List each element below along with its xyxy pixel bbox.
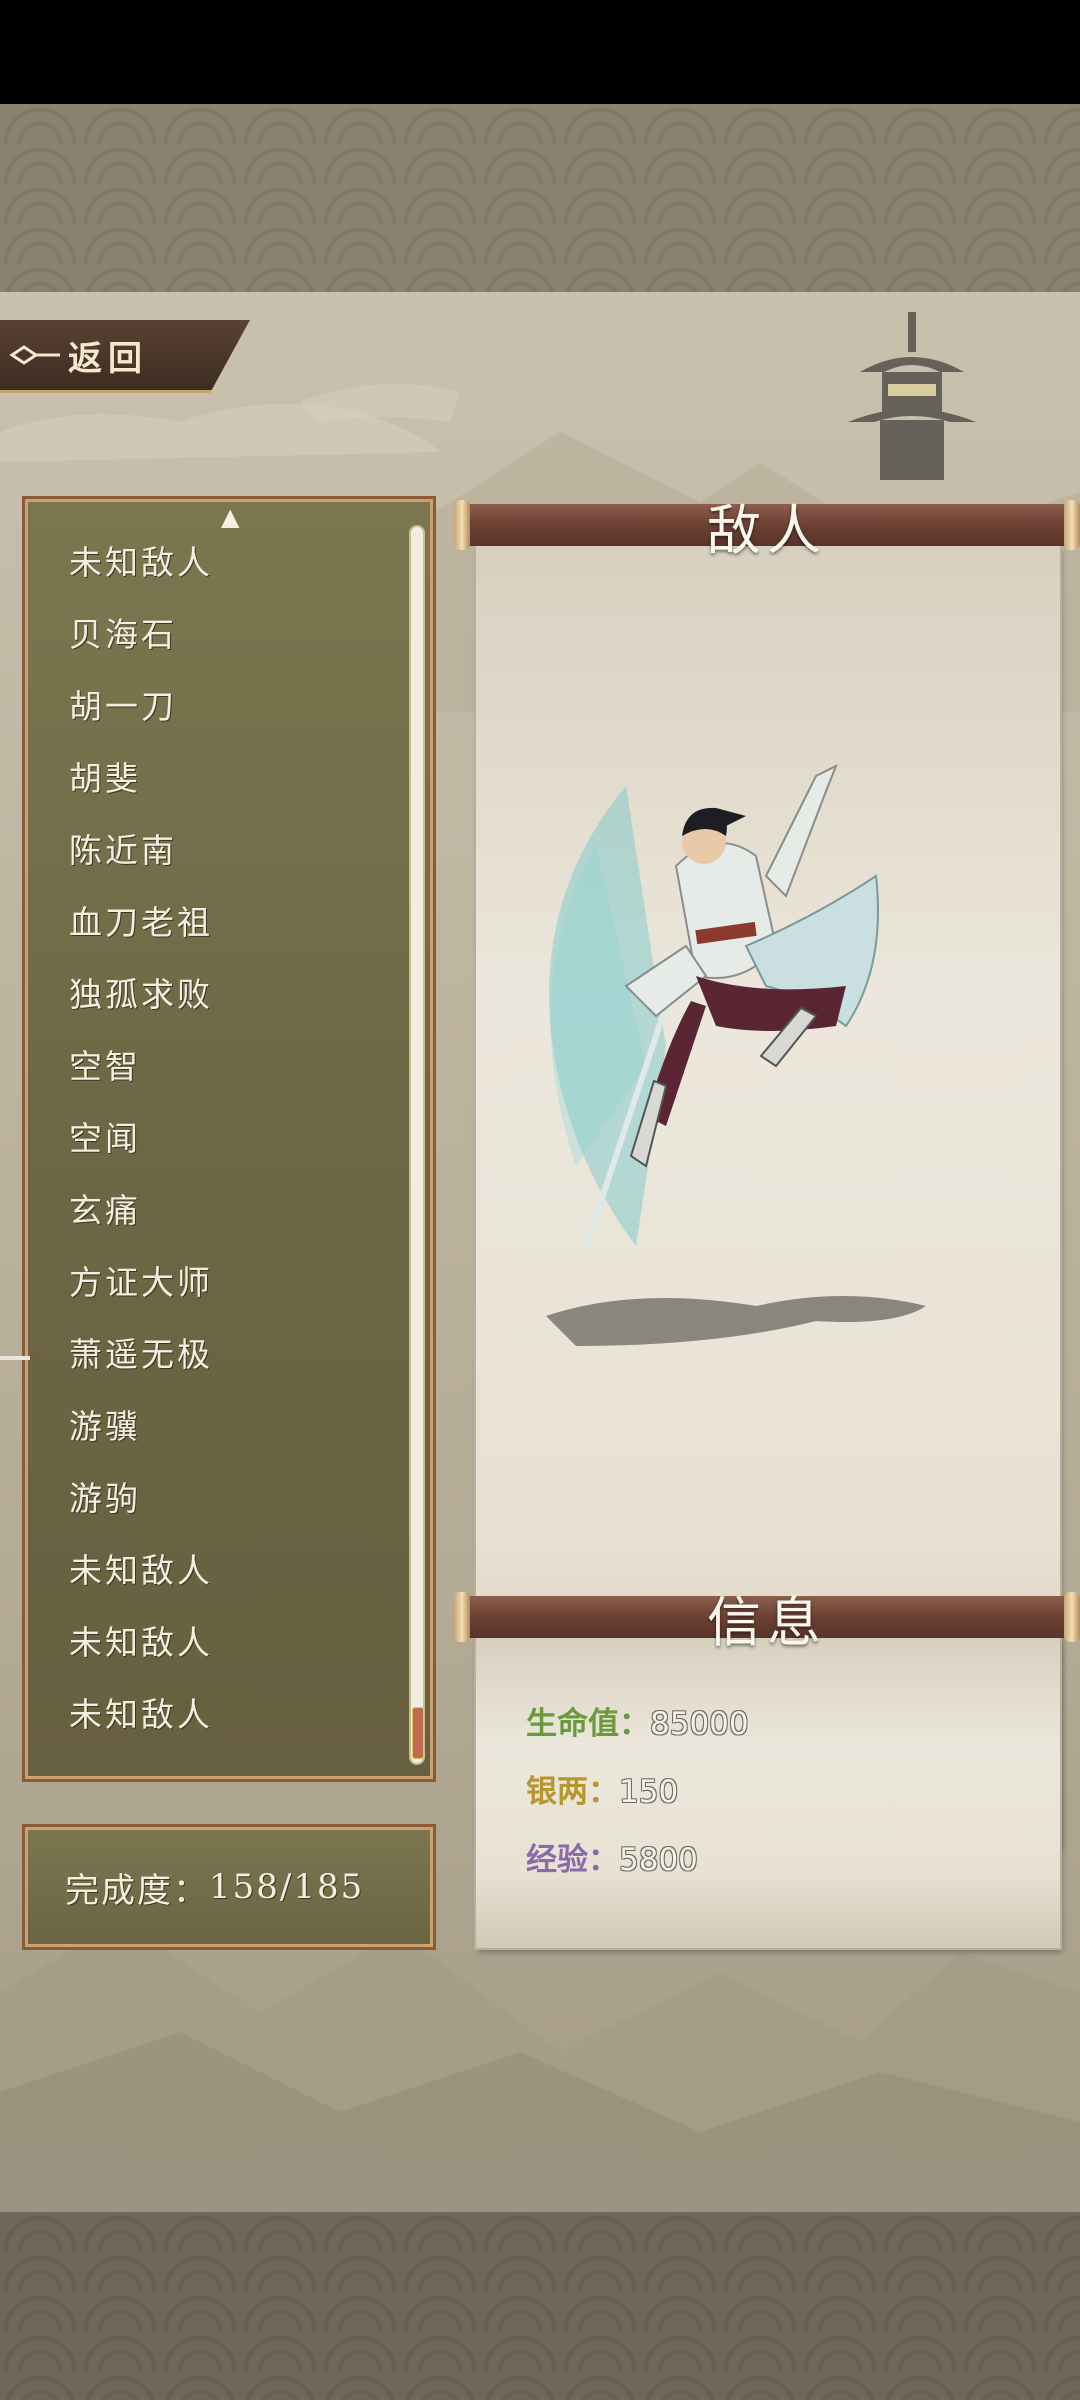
enemy-list-item[interactable]: 未知敌人 (69, 1679, 213, 1751)
enemy-list-item-selected[interactable]: 萧遥无极 (69, 1319, 213, 1391)
completion-panel: 完成度： 158/185 (22, 1824, 436, 1950)
status-bar (0, 0, 1080, 104)
hp-value: 85000 (650, 1706, 749, 1742)
back-button-label: 返回 (68, 338, 148, 379)
enemy-panel-title: 敌人 (707, 499, 827, 562)
hp-label: 生命值： (526, 1706, 650, 1742)
enemy-list-item[interactable]: 空智 (69, 1031, 213, 1103)
completion-value: 158/185 (209, 1867, 365, 1907)
game-scene: 返回 ▲ 未知敌人 贝海石 胡一刀 胡斐 陈近南 血刀老祖 独孤求败 空智 空闻… (0, 292, 1080, 2212)
enemy-list-item[interactable]: 独孤求败 (69, 959, 213, 1031)
enemy-list-item[interactable]: 血刀老祖 (69, 887, 213, 959)
enemy-list-item[interactable]: 游骥 (69, 1391, 213, 1463)
enemy-list-item[interactable]: 未知敌人 (69, 1607, 213, 1679)
completion-label: 完成度： (65, 1870, 209, 1911)
enemy-list-item[interactable]: 玄痛 (69, 1175, 213, 1247)
scrollbar-thumb[interactable] (412, 1707, 424, 1759)
enemy-list-panel[interactable]: ▲ 未知敌人 贝海石 胡一刀 胡斐 陈近南 血刀老祖 独孤求败 空智 空闻 玄痛… (22, 496, 436, 1782)
exp-label: 经验： (526, 1842, 619, 1878)
bottom-wave-border (0, 2212, 1080, 2400)
enemy-panel-header: 敌人 (454, 499, 1080, 562)
enemy-character-art (546, 763, 926, 1346)
enemy-list-item[interactable]: 未知敌人 (69, 527, 213, 599)
enemy-list-item[interactable]: 游驹 (69, 1463, 213, 1535)
back-button[interactable]: 返回 (0, 320, 250, 393)
hp-stat: 生命值：85000 (526, 1698, 749, 1743)
enemy-list-item[interactable]: 贝海石 (69, 599, 213, 671)
info-panel-header: 信息 (454, 1591, 1080, 1654)
info-panel: 生命值：85000 银两：150 经验：5800 (476, 1638, 1060, 1948)
top-wave-border (0, 104, 1080, 292)
silver-stat: 银两：150 (526, 1766, 678, 1811)
scroll-up-icon[interactable]: ▲ (221, 505, 239, 529)
silver-label: 银两： (526, 1774, 619, 1810)
enemy-list-item[interactable]: 胡斐 (69, 743, 213, 815)
enemy-list-item[interactable]: 陈近南 (69, 815, 213, 887)
silver-value: 150 (619, 1774, 679, 1810)
pagoda-icon (848, 312, 976, 480)
sword-selection-marker-icon (0, 1353, 34, 1363)
exp-stat: 经验：5800 (526, 1834, 698, 1879)
enemy-list-item[interactable]: 空闻 (69, 1103, 213, 1175)
enemy-list-item[interactable]: 胡一刀 (69, 671, 213, 743)
info-panel-title: 信息 (707, 1591, 827, 1654)
enemy-list-item[interactable]: 方证大师 (69, 1247, 213, 1319)
back-arrow-icon (9, 345, 60, 365)
enemy-list-item[interactable]: 未知敌人 (69, 1535, 213, 1607)
list-scrollbar[interactable] (409, 525, 425, 1765)
exp-value: 5800 (619, 1842, 698, 1878)
enemy-list[interactable]: 未知敌人 贝海石 胡一刀 胡斐 陈近南 血刀老祖 独孤求败 空智 空闻 玄痛 方… (69, 527, 213, 1751)
